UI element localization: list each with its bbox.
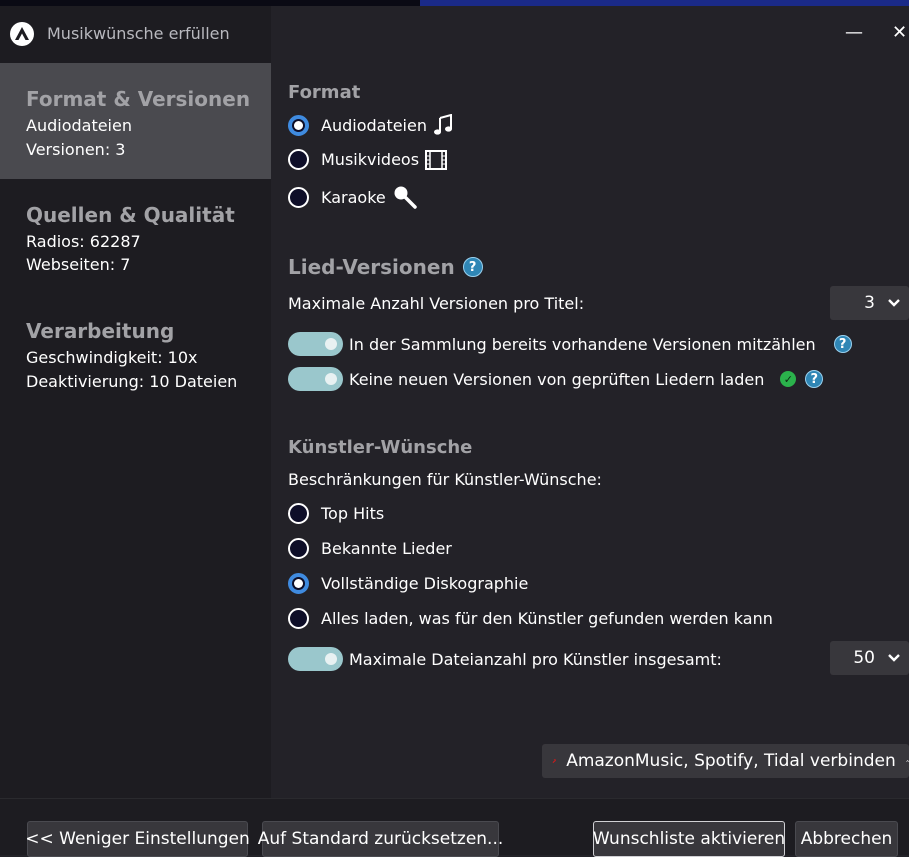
- sidebar-item-format-versions[interactable]: Format & Versionen Audiodateien Versione…: [0, 63, 271, 179]
- app-title-bar: Musikwünsche erfüllen: [0, 6, 271, 63]
- radio-button[interactable]: [288, 538, 309, 559]
- radio-load-everything[interactable]: Alles laden, was für den Künstler gefund…: [288, 608, 773, 629]
- music-note-icon: [433, 114, 453, 136]
- dropdown-value: 3: [864, 293, 875, 313]
- toggle-switch[interactable]: [288, 367, 343, 391]
- toggle-label: In der Sammlung bereits vorhandene Versi…: [349, 334, 816, 354]
- section-title-format: Format: [288, 82, 361, 103]
- radio-button[interactable]: [288, 503, 309, 524]
- radio-music-videos[interactable]: Musikvideos: [288, 149, 448, 170]
- toggle-max-files-per-artist[interactable]: Maximale Dateianzahl pro Künstler insges…: [288, 647, 722, 671]
- radio-label: Musikvideos: [321, 150, 420, 169]
- sidebar-item-detail: Audiodateien: [26, 116, 132, 135]
- activate-wishlist-button[interactable]: Wunschliste aktivieren: [593, 821, 785, 857]
- sidebar-item-detail: Deaktivierung: 10 Dateien: [26, 372, 238, 391]
- radio-button[interactable]: [288, 186, 309, 208]
- sidebar-item-title: Format & Versionen: [26, 87, 251, 111]
- toggle-count-existing-versions[interactable]: In der Sammlung bereits vorhandene Versi…: [288, 332, 852, 356]
- help-icon[interactable]: ?: [462, 257, 483, 277]
- radio-button[interactable]: [288, 149, 309, 170]
- toggle-label: Keine neuen Versionen von geprüften Lied…: [349, 369, 765, 389]
- close-button[interactable]: ✕: [892, 22, 907, 43]
- chevron-down-icon: [888, 299, 900, 307]
- radio-known-songs[interactable]: Bekannte Lieder: [288, 538, 452, 559]
- connect-streaming-services-button[interactable]: AmazonMusic, Spotify, Tidal verbinden: [542, 744, 909, 778]
- artist-restrictions-label: Beschränkungen für Künstler-Wünsche:: [288, 470, 602, 489]
- radio-audio-files[interactable]: Audiodateien: [288, 114, 453, 136]
- sidebar: Musikwünsche erfüllen Format & Versionen…: [0, 6, 271, 798]
- max-versions-dropdown[interactable]: 3: [830, 286, 909, 320]
- sidebar-item-detail: Radios: 62287: [26, 232, 141, 251]
- radio-button[interactable]: [288, 114, 309, 136]
- section-title-text: Lied-Versionen: [288, 255, 455, 279]
- cancel-button[interactable]: Abbrechen: [795, 821, 898, 857]
- max-versions-label: Maximale Anzahl Versionen pro Titel:: [288, 294, 585, 313]
- help-icon[interactable]: ?: [805, 370, 824, 388]
- sidebar-item-detail: Webseiten: 7: [26, 255, 131, 274]
- footer-bar: << Weniger Einstellungen Auf Standard zu…: [0, 798, 909, 857]
- radio-button[interactable]: [288, 608, 309, 629]
- radio-label: Vollständige Diskographie: [321, 574, 529, 593]
- window-title: Musikwünsche erfüllen: [47, 24, 230, 43]
- radio-karaoke[interactable]: Karaoke: [288, 185, 418, 209]
- sidebar-item-title: Quellen & Qualität: [26, 203, 235, 227]
- radio-top-hits[interactable]: Top Hits: [288, 503, 384, 524]
- radio-button[interactable]: [288, 573, 309, 594]
- max-files-dropdown[interactable]: 50: [830, 641, 909, 675]
- app-logo-icon: [10, 22, 34, 46]
- check-icon: ✓: [780, 371, 797, 387]
- radio-label: Top Hits: [321, 504, 385, 523]
- chevron-down-icon: [888, 654, 900, 662]
- toggle-switch[interactable]: [288, 332, 343, 356]
- sidebar-item-sources-quality[interactable]: Quellen & Qualität Radios: 62287 Webseit…: [0, 179, 271, 295]
- radio-full-discography[interactable]: Vollständige Diskographie: [288, 573, 528, 594]
- toggle-skip-checked-songs[interactable]: Keine neuen Versionen von geprüften Lied…: [288, 367, 824, 391]
- film-icon: [425, 149, 448, 170]
- microphone-icon: [392, 185, 418, 209]
- section-title-artist-wishes: Künstler-Wünsche: [288, 437, 473, 458]
- help-icon[interactable]: ?: [833, 335, 852, 353]
- reset-defaults-button[interactable]: Auf Standard zurücksetzen...: [258, 821, 503, 857]
- sidebar-item-processing[interactable]: Verarbeitung Geschwindigkeit: 10x Deakti…: [0, 295, 271, 411]
- toggle-switch[interactable]: [288, 647, 343, 671]
- radio-label: Alles laden, was für den Künstler gefund…: [321, 609, 773, 628]
- connect-label: AmazonMusic, Spotify, Tidal verbinden: [566, 751, 896, 771]
- toggle-label: Maximale Dateianzahl pro Künstler insges…: [349, 649, 722, 669]
- background-window-strip: [420, 0, 909, 6]
- radio-label: Audiodateien: [321, 115, 427, 135]
- radio-label: Bekannte Lieder: [321, 539, 452, 558]
- minimize-button[interactable]: —: [845, 22, 863, 43]
- sidebar-item-title: Verarbeitung: [26, 319, 175, 343]
- sidebar-item-detail: Geschwindigkeit: 10x: [26, 348, 198, 367]
- sidebar-item-detail: Versionen: 3: [26, 140, 126, 159]
- dropdown-value: 50: [853, 648, 875, 668]
- radio-label: Karaoke: [321, 187, 386, 207]
- fewer-settings-button[interactable]: << Weniger Einstellungen: [25, 821, 250, 857]
- section-title-song-versions: Lied-Versionen ?: [288, 255, 483, 279]
- external-link-arrow-icon: [552, 759, 556, 763]
